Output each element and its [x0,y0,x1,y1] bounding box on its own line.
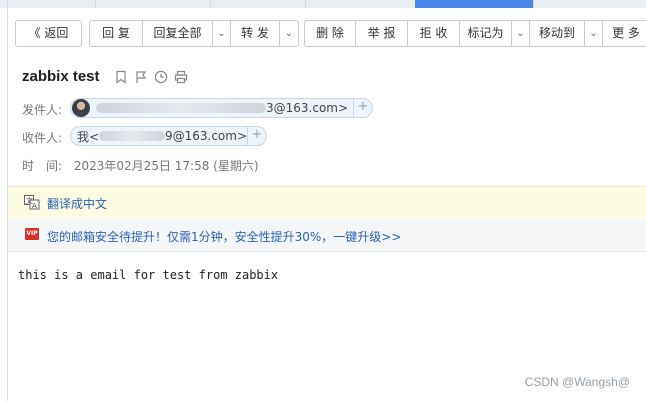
from-label: 发件人: [22,103,63,117]
subject-row: zabbix test [22,68,188,85]
delete-button[interactable]: 删 除 [305,21,356,46]
time-value: 2023年02月25日 17:58 (星期六) [73,159,259,173]
flag-icon[interactable] [134,70,148,84]
mark-as-button[interactable]: 标记为 [460,21,512,46]
reply-all-chevron-down-icon[interactable]: ⌄ [213,21,231,46]
security-promo-bar: VIP 您的邮箱安全待提升！仅需1分钟，安全性提升30%，一键升级>> [8,218,646,252]
reply-group: 回 复 回复全部 ⌄ 转 发 ⌄ [89,20,299,47]
tab-segment-active[interactable] [415,0,534,8]
back-group: 《 返回 [15,20,82,47]
time-row: 时 间: 2023年02月25日 17:58 (星期六) [22,157,259,174]
reply-button[interactable]: 回 复 [90,21,143,46]
translate-bar: 文 A 翻译成中文 [8,186,646,219]
translate-link[interactable]: 翻译成中文 [47,195,107,212]
watermark: CSDN @Wangsh@ [524,375,630,389]
forward-chevron-down-icon[interactable]: ⌄ [280,21,298,46]
time-label: 时 间: [22,159,63,173]
to-label: 收件人: [22,131,63,145]
to-address: 9@163.com> [164,129,248,143]
svg-text:A: A [32,202,37,210]
move-to-chevron-down-icon[interactable]: ⌄ [585,21,603,46]
mark-as-chevron-down-icon[interactable]: ⌄ [512,21,530,46]
tab-segment[interactable] [305,0,416,8]
mail-body: this is a email for test from zabbix [18,268,279,282]
more-button[interactable]: 更 多 [603,21,646,46]
mail-toolbar: 《 返回 回 复 回复全部 ⌄ 转 发 ⌄ 删 除 举 报 拒 收 标记为 ⌄ … [0,20,646,47]
redacted-sender [96,103,266,113]
print-icon[interactable] [174,70,188,84]
tab-segment[interactable] [0,0,96,8]
back-button[interactable]: 《 返回 [16,21,81,46]
forward-button[interactable]: 转 发 [231,21,280,46]
add-sender-plus-icon[interactable]: + [353,98,372,118]
reply-all-button[interactable]: 回复全部 [143,21,213,46]
clock-icon[interactable] [154,70,168,84]
to-chip[interactable]: 我< 9@163.com> + [70,126,267,146]
from-address: 3@163.com> [266,101,349,115]
add-recipient-plus-icon[interactable]: + [247,126,266,146]
action-group: 删 除 举 报 拒 收 标记为 ⌄ 移动到 ⌄ 更 多 [304,20,646,47]
sender-avatar [72,99,90,117]
tab-segment[interactable] [95,0,211,8]
security-upgrade-link[interactable]: 您的邮箱安全待提升！仅需1分钟，安全性提升30%，一键升级>> [47,228,401,245]
tab-segment[interactable] [210,0,306,8]
top-tab-strip [0,0,646,8]
vip-icon: VIP [25,228,39,240]
header-icons [114,70,188,84]
reject-button[interactable]: 拒 收 [408,21,460,46]
from-chip[interactable]: 3@163.com> + [70,98,373,118]
translate-icon: 文 A [24,195,40,210]
redacted-recipient [99,131,165,141]
move-to-button[interactable]: 移动到 [530,21,585,46]
mail-subject: zabbix test [22,68,100,85]
report-button[interactable]: 举 报 [356,21,408,46]
bookmark-icon[interactable] [114,70,128,84]
to-prefix: 我< [77,129,100,144]
